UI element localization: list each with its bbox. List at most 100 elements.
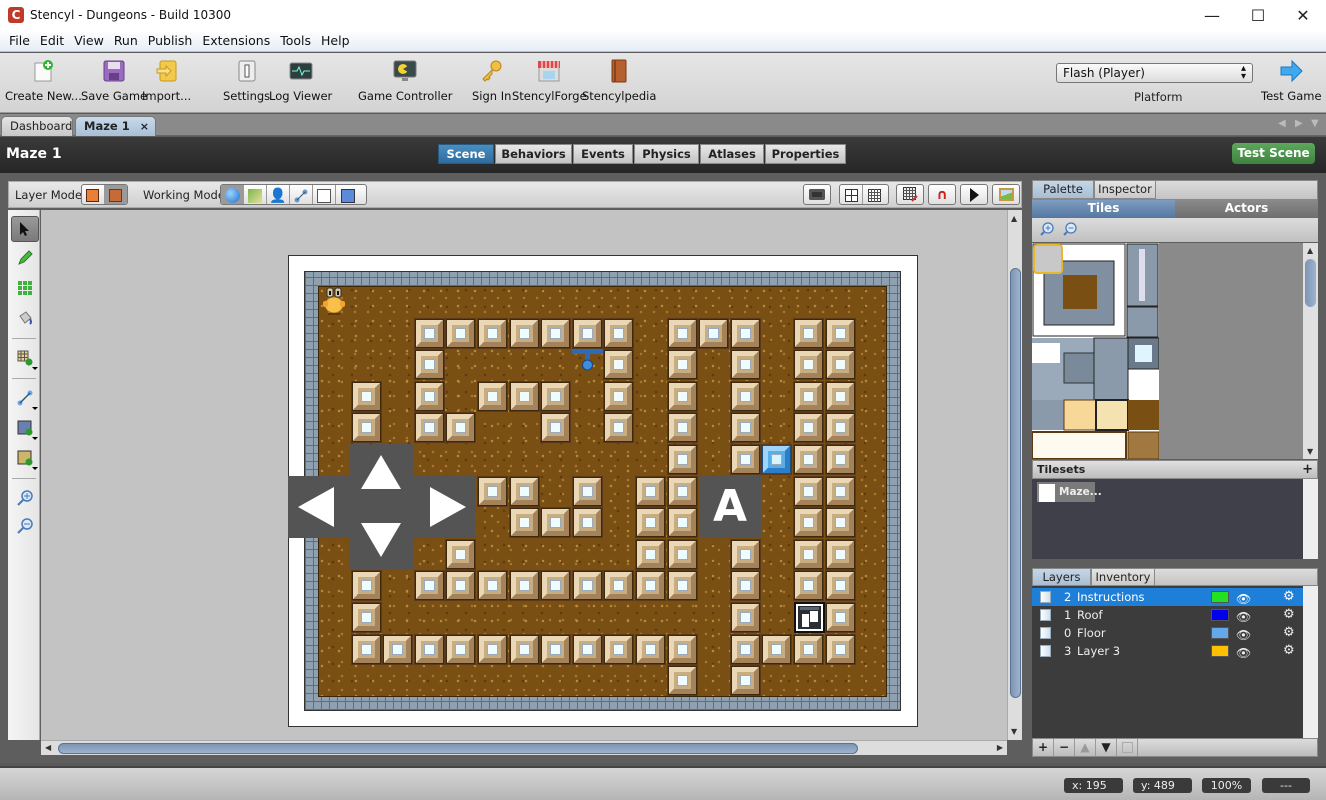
layers-scrollbar[interactable] bbox=[1303, 586, 1318, 738]
stone-block-tile[interactable] bbox=[477, 475, 508, 507]
stencylpedia-button[interactable]: Stencylpedia bbox=[582, 59, 656, 103]
tab-palette[interactable]: Palette bbox=[1032, 180, 1094, 199]
tab-physics[interactable]: Physics bbox=[634, 144, 699, 164]
stone-block-tile[interactable] bbox=[508, 633, 540, 665]
zoom-out-tool[interactable] bbox=[11, 513, 39, 539]
snap-button[interactable]: ∩ bbox=[928, 184, 956, 205]
stone-block-tile[interactable] bbox=[635, 475, 666, 507]
stone-block-tile[interactable] bbox=[729, 380, 761, 412]
menu-tools[interactable]: Tools bbox=[275, 33, 316, 48]
menu-extensions[interactable]: Extensions bbox=[197, 33, 275, 48]
line-tool[interactable] bbox=[11, 385, 39, 411]
mode-scene-button[interactable] bbox=[221, 185, 244, 204]
stone-block-tile[interactable] bbox=[413, 412, 445, 444]
tab-inspector[interactable]: Inspector bbox=[1094, 180, 1156, 199]
tab-atlases[interactable]: Atlases bbox=[700, 144, 764, 164]
stone-block-tile[interactable] bbox=[666, 317, 698, 349]
mode-region-button[interactable] bbox=[313, 185, 336, 204]
single-layer-button[interactable] bbox=[82, 185, 105, 204]
gear-icon[interactable]: ⚙ bbox=[1283, 588, 1295, 606]
stone-block-tile[interactable] bbox=[824, 602, 856, 633]
menu-view[interactable]: View bbox=[69, 33, 109, 48]
stone-block-tile[interactable] bbox=[824, 349, 856, 381]
dpad-down-icon[interactable] bbox=[361, 523, 401, 557]
create-new-button[interactable]: Create New... bbox=[5, 59, 82, 103]
stone-block-tile[interactable] bbox=[793, 633, 824, 665]
stone-block-tile[interactable] bbox=[350, 380, 382, 412]
stone-block-tile[interactable] bbox=[603, 349, 635, 381]
stone-block-tile[interactable] bbox=[571, 633, 603, 665]
gear-icon[interactable]: ⚙ bbox=[1283, 606, 1295, 624]
stone-block-tile[interactable] bbox=[729, 665, 761, 697]
switch-actor[interactable] bbox=[572, 349, 603, 371]
eye-icon[interactable]: 👁 bbox=[1236, 644, 1251, 662]
maximize-button[interactable]: ☐ bbox=[1235, 0, 1281, 30]
stone-block-tile[interactable] bbox=[793, 380, 824, 412]
stone-block-tile[interactable] bbox=[729, 538, 761, 570]
scroll-left-icon[interactable]: ◀ bbox=[45, 743, 51, 752]
vertical-scroll-thumb[interactable] bbox=[1010, 268, 1021, 698]
grid-small-button[interactable] bbox=[863, 185, 886, 204]
blue-gem-tile[interactable] bbox=[761, 444, 793, 475]
exit-door-actor[interactable] bbox=[794, 602, 825, 633]
stone-block-tile[interactable] bbox=[698, 317, 730, 349]
play-button[interactable] bbox=[960, 184, 988, 205]
stone-block-tile[interactable] bbox=[540, 507, 572, 539]
stone-block-tile[interactable] bbox=[793, 507, 824, 539]
scroll-up-icon[interactable]: ▲ bbox=[1307, 246, 1313, 255]
stone-block-tile[interactable] bbox=[477, 380, 508, 412]
camera-button[interactable] bbox=[803, 184, 831, 205]
stone-block-tile[interactable] bbox=[824, 538, 856, 570]
test-game-button[interactable]: Test Game bbox=[1261, 59, 1322, 103]
stone-block-tile[interactable] bbox=[666, 665, 698, 697]
stone-block-tile[interactable] bbox=[350, 412, 382, 444]
mode-actors-button[interactable]: 👤 bbox=[267, 185, 290, 204]
stone-block-tile[interactable] bbox=[666, 570, 698, 602]
stone-block-tile[interactable] bbox=[824, 507, 856, 539]
stone-block-tile[interactable] bbox=[603, 412, 635, 444]
stone-block-tile[interactable] bbox=[445, 317, 477, 349]
move-layer-up-button[interactable]: ▲ bbox=[1075, 739, 1096, 756]
stone-block-tile[interactable] bbox=[413, 570, 445, 602]
layer-color-swatch[interactable] bbox=[1211, 627, 1229, 639]
stone-block-tile[interactable] bbox=[571, 570, 603, 602]
stone-block-tile[interactable] bbox=[603, 570, 635, 602]
tile-scroll-thumb[interactable] bbox=[1305, 259, 1316, 307]
stone-block-tile[interactable] bbox=[571, 317, 603, 349]
pencil-tool[interactable] bbox=[11, 245, 39, 271]
stone-block-tile[interactable] bbox=[824, 475, 856, 507]
stencylforge-button[interactable]: StencylForge bbox=[512, 59, 587, 103]
pointer-tool[interactable] bbox=[11, 216, 39, 242]
palette-zoom-out-icon[interactable] bbox=[1063, 222, 1077, 236]
stone-block-tile[interactable] bbox=[540, 380, 572, 412]
layer-row[interactable]: 3 Layer 3 👁 ⚙ bbox=[1032, 642, 1303, 660]
stone-block-tile[interactable] bbox=[540, 633, 572, 665]
stone-block-tile[interactable] bbox=[824, 317, 856, 349]
tab-properties[interactable]: Properties bbox=[765, 144, 846, 164]
grid-settings-button[interactable] bbox=[896, 184, 924, 205]
stone-block-tile[interactable] bbox=[413, 633, 445, 665]
remove-layer-button[interactable]: − bbox=[1054, 739, 1075, 756]
stone-block-tile[interactable] bbox=[445, 570, 477, 602]
stone-block-tile[interactable] bbox=[666, 475, 698, 507]
tab-maze-1[interactable]: Maze 1 × bbox=[75, 116, 156, 136]
scroll-right-icon[interactable]: ▶ bbox=[997, 743, 1003, 752]
minimize-button[interactable]: — bbox=[1189, 0, 1235, 30]
stone-block-tile[interactable] bbox=[413, 317, 445, 349]
place-tileset-tool[interactable] bbox=[11, 345, 39, 371]
stone-block-tile[interactable] bbox=[666, 380, 698, 412]
stone-block-tile[interactable] bbox=[793, 317, 824, 349]
stone-block-tile[interactable] bbox=[508, 475, 540, 507]
import-button[interactable]: Import... bbox=[142, 59, 191, 103]
stone-block-tile[interactable] bbox=[603, 380, 635, 412]
stone-block-tile[interactable] bbox=[571, 507, 603, 539]
menu-publish[interactable]: Publish bbox=[143, 33, 198, 48]
menu-file[interactable]: File bbox=[4, 33, 35, 48]
stone-block-tile[interactable] bbox=[729, 633, 761, 665]
add-tileset-button[interactable]: + bbox=[1302, 461, 1313, 478]
stone-block-tile[interactable] bbox=[445, 538, 477, 570]
tab-actors[interactable]: Actors bbox=[1175, 200, 1318, 218]
mode-tiles-button[interactable] bbox=[244, 185, 267, 204]
stone-block-tile[interactable] bbox=[729, 317, 761, 349]
stone-block-tile[interactable] bbox=[540, 412, 572, 444]
